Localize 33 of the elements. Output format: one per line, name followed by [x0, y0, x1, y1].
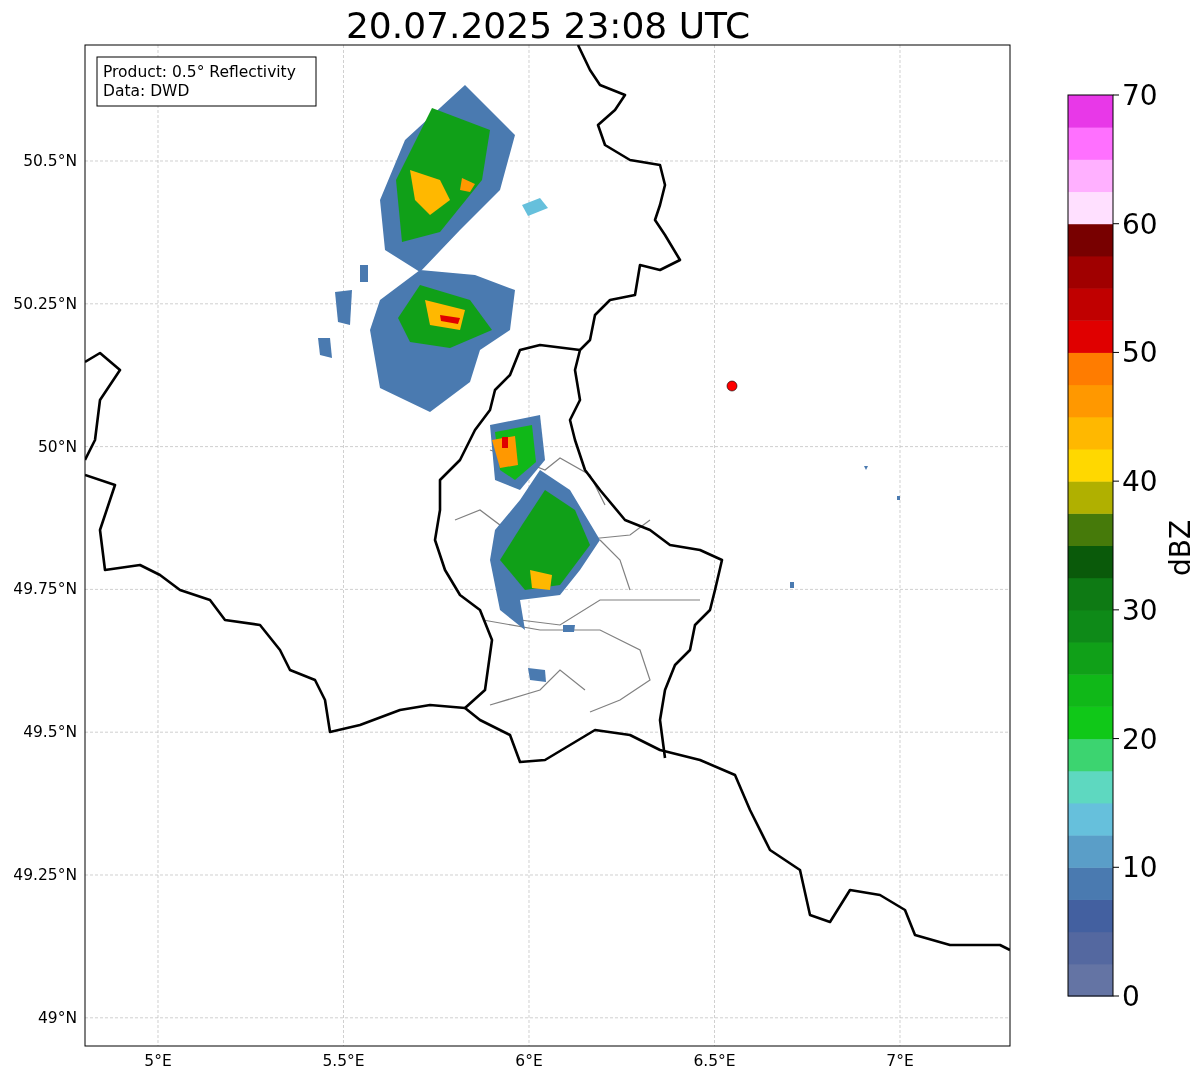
longitude-tick-label: 5.5°E [322, 1052, 365, 1070]
radar-echo [318, 338, 332, 358]
legend-text: Product: 0.5° Reflectivity [103, 63, 296, 81]
colorbar-tick-label: 30 [1122, 593, 1158, 627]
colorbar-tick-label: 70 [1122, 79, 1158, 112]
chart-title: 20.07.2025 23:08 UTC [345, 5, 751, 46]
colorbar-tick-label: 40 [1122, 465, 1158, 499]
latitude-tick-label: 49.5°N [23, 723, 77, 742]
latitude-tick-label: 49°N [37, 1008, 77, 1027]
colorbar-tick-label: 20 [1122, 722, 1158, 756]
longitude-tick-label: 7°E [886, 1052, 914, 1070]
latitude-tick-label: 50.5°N [23, 152, 77, 170]
colorbar-tick-label: 50 [1122, 336, 1158, 370]
radar-echo [335, 290, 352, 325]
location-marker [726, 380, 738, 392]
longitude-tick-label: 6°E [515, 1052, 543, 1070]
radar-echo [897, 496, 900, 500]
colorbar-tick-label: 0 [1122, 980, 1140, 1013]
colorbar-tick-label: 60 [1122, 207, 1158, 241]
longitude-tick-label: 6.5°E [693, 1052, 736, 1070]
radar-echo [864, 466, 868, 470]
radar-echo [790, 582, 794, 588]
colorbar-label: dBZ [1164, 519, 1197, 577]
radar-echo [360, 265, 368, 282]
legend-text: Data: DWD [103, 82, 190, 100]
colorbar-tick-label: 10 [1122, 851, 1158, 885]
latitude-tick-label: 50.25°N [13, 294, 77, 313]
latitude-tick-label: 50°N [37, 437, 77, 456]
longitude-tick-label: 5°E [144, 1052, 172, 1070]
radar-echo [528, 668, 546, 682]
latitude-tick-label: 49.75°N [13, 580, 77, 599]
latitude-tick-label: 49.25°N [13, 866, 77, 884]
radar-echo [522, 198, 548, 216]
